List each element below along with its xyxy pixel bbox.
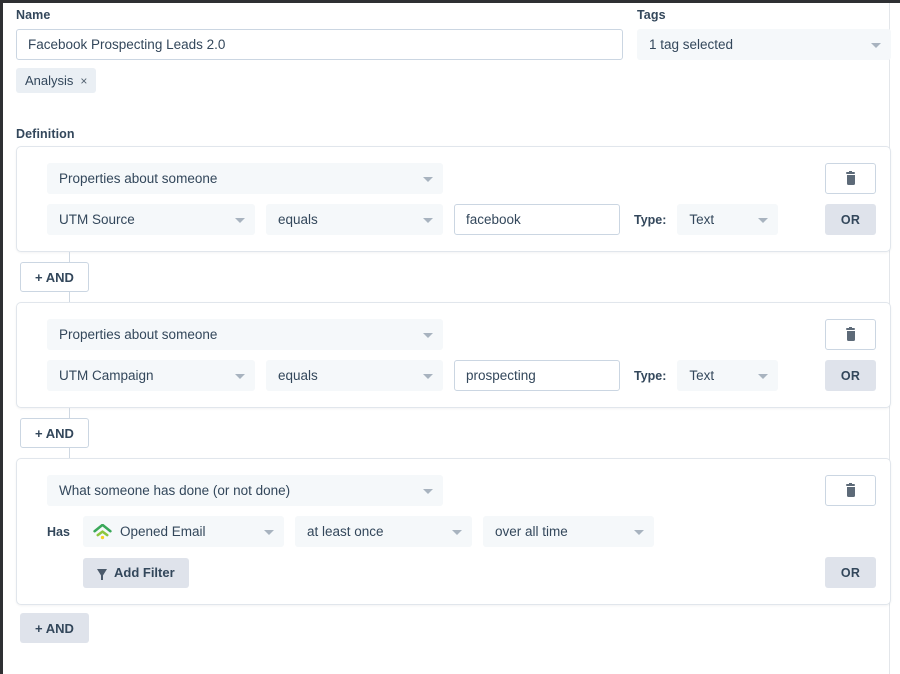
close-icon[interactable]: × xyxy=(80,75,87,87)
tag-chip-list: Analysis × xyxy=(16,60,623,93)
chevron-down-icon xyxy=(264,530,274,535)
condition-3-timeframe-select[interactable]: over all time xyxy=(483,516,654,547)
condition-3-timeframe-value: over all time xyxy=(495,524,568,539)
condition-2-type-select[interactable]: Properties about someone xyxy=(47,319,443,350)
condition-1-delete-button[interactable] xyxy=(825,163,876,194)
chevron-down-icon xyxy=(871,43,881,48)
condition-2-value-input[interactable]: prospecting xyxy=(454,360,620,391)
add-and-button-1[interactable]: + AND xyxy=(20,262,89,292)
condition-2-header: Properties about someone xyxy=(47,319,876,350)
condition-3-frequency-value: at least once xyxy=(307,524,384,539)
chevron-down-icon xyxy=(423,177,433,182)
condition-1-type-select[interactable]: Properties about someone xyxy=(47,163,443,194)
condition-1-property-select[interactable]: UTM Source xyxy=(47,204,255,235)
chevron-down-icon xyxy=(634,530,644,535)
condition-2-valuetype-value: Text xyxy=(689,368,714,383)
segment-definition-builder: Properties about someone UTM Source equa… xyxy=(16,146,891,649)
condition-3-or-label: OR xyxy=(841,566,860,580)
condition-2-type-value: Properties about someone xyxy=(59,327,217,342)
condition-1-or-label: OR xyxy=(841,213,860,227)
segment-editor-page: Name Facebook Prospecting Leads 2.0 Anal… xyxy=(3,3,889,674)
condition-3-event-value: Opened Email xyxy=(120,524,206,539)
condition-2-property-value: UTM Campaign xyxy=(59,368,154,383)
add-filter-button[interactable]: Add Filter xyxy=(83,558,189,588)
tags-select[interactable]: 1 tag selected xyxy=(637,29,891,60)
condition-1-or-button[interactable]: OR xyxy=(825,204,876,235)
chevron-down-icon xyxy=(758,374,768,379)
condition-3-event-select[interactable]: Opened Email xyxy=(83,516,284,547)
condition-card-3: What someone has done (or not done) Has xyxy=(16,458,891,605)
and-connector-1: + AND xyxy=(16,252,891,302)
condition-3-delete-button[interactable] xyxy=(825,475,876,506)
condition-2-or-label: OR xyxy=(841,369,860,383)
add-filter-label: Add Filter xyxy=(114,565,175,580)
condition-1-value-text: facebook xyxy=(466,212,521,227)
condition-3-filter-row: Add Filter OR xyxy=(47,557,876,588)
condition-2-criteria-row: UTM Campaign equals prospecting Type: Te… xyxy=(47,360,876,391)
condition-card-2: Properties about someone UTM Campaign eq… xyxy=(16,302,891,408)
funnel-icon xyxy=(97,569,107,577)
add-and-label: + AND xyxy=(35,621,74,636)
condition-3-type-value: What someone has done (or not done) xyxy=(59,483,290,498)
condition-1-header: Properties about someone xyxy=(47,163,876,194)
add-and-button-3[interactable]: + AND xyxy=(20,613,89,643)
condition-2-type-caption: Type: xyxy=(634,369,666,383)
chevron-down-icon xyxy=(235,374,245,379)
condition-3-type-select[interactable]: What someone has done (or not done) xyxy=(47,475,443,506)
chevron-down-icon xyxy=(423,374,433,379)
condition-1-valuetype-value: Text xyxy=(689,212,714,227)
and-connector-3: + AND xyxy=(16,605,891,649)
condition-3-has-label: Has xyxy=(47,525,70,539)
condition-1-value-input[interactable]: facebook xyxy=(454,204,620,235)
condition-1-type-caption: Type: xyxy=(634,213,666,227)
chevron-down-icon xyxy=(423,333,433,338)
add-and-label: + AND xyxy=(35,426,74,441)
chevron-down-icon xyxy=(423,489,433,494)
tag-chip-label: Analysis xyxy=(25,73,73,88)
condition-1-property-value: UTM Source xyxy=(59,212,135,227)
condition-1-operator-select[interactable]: equals xyxy=(266,204,443,235)
trash-icon xyxy=(845,328,856,341)
condition-3-frequency-select[interactable]: at least once xyxy=(295,516,472,547)
add-and-label: + AND xyxy=(35,270,74,285)
condition-1-type-value: Properties about someone xyxy=(59,171,217,186)
tags-select-value: 1 tag selected xyxy=(649,37,733,52)
condition-2-or-button[interactable]: OR xyxy=(825,360,876,391)
condition-3-criteria-row: Has Opened Email at least once xyxy=(47,516,876,547)
chevron-down-icon xyxy=(452,530,462,535)
tags-label: Tags xyxy=(637,8,891,22)
condition-2-property-select[interactable]: UTM Campaign xyxy=(47,360,255,391)
top-fields-row: Name Facebook Prospecting Leads 2.0 Anal… xyxy=(16,8,891,93)
condition-3-header: What someone has done (or not done) xyxy=(47,475,876,506)
tag-chip-analysis[interactable]: Analysis × xyxy=(16,68,96,93)
chevron-down-icon xyxy=(235,218,245,223)
condition-1-criteria-row: UTM Source equals facebook Type: Text OR xyxy=(47,204,876,235)
condition-2-value-text: prospecting xyxy=(466,368,536,383)
add-and-button-2[interactable]: + AND xyxy=(20,418,89,448)
condition-1-valuetype-select[interactable]: Text xyxy=(677,204,778,235)
definition-label: Definition xyxy=(16,127,75,141)
signal-arcs-icon xyxy=(93,524,112,540)
name-input[interactable]: Facebook Prospecting Leads 2.0 xyxy=(16,29,623,60)
condition-1-operator-value: equals xyxy=(278,212,318,227)
trash-icon xyxy=(845,484,856,497)
name-input-value: Facebook Prospecting Leads 2.0 xyxy=(28,37,225,52)
tags-field-group: Tags 1 tag selected xyxy=(637,8,891,93)
chevron-down-icon xyxy=(758,218,768,223)
condition-2-valuetype-select[interactable]: Text xyxy=(677,360,778,391)
condition-2-operator-value: equals xyxy=(278,368,318,383)
name-label: Name xyxy=(16,8,623,22)
trash-icon xyxy=(845,172,856,185)
and-connector-2: + AND xyxy=(16,408,891,458)
name-field-group: Name Facebook Prospecting Leads 2.0 Anal… xyxy=(16,8,623,93)
condition-2-delete-button[interactable] xyxy=(825,319,876,350)
chevron-down-icon xyxy=(423,218,433,223)
condition-card-1: Properties about someone UTM Source equa… xyxy=(16,146,891,252)
condition-3-or-button[interactable]: OR xyxy=(825,557,876,588)
condition-2-operator-select[interactable]: equals xyxy=(266,360,443,391)
